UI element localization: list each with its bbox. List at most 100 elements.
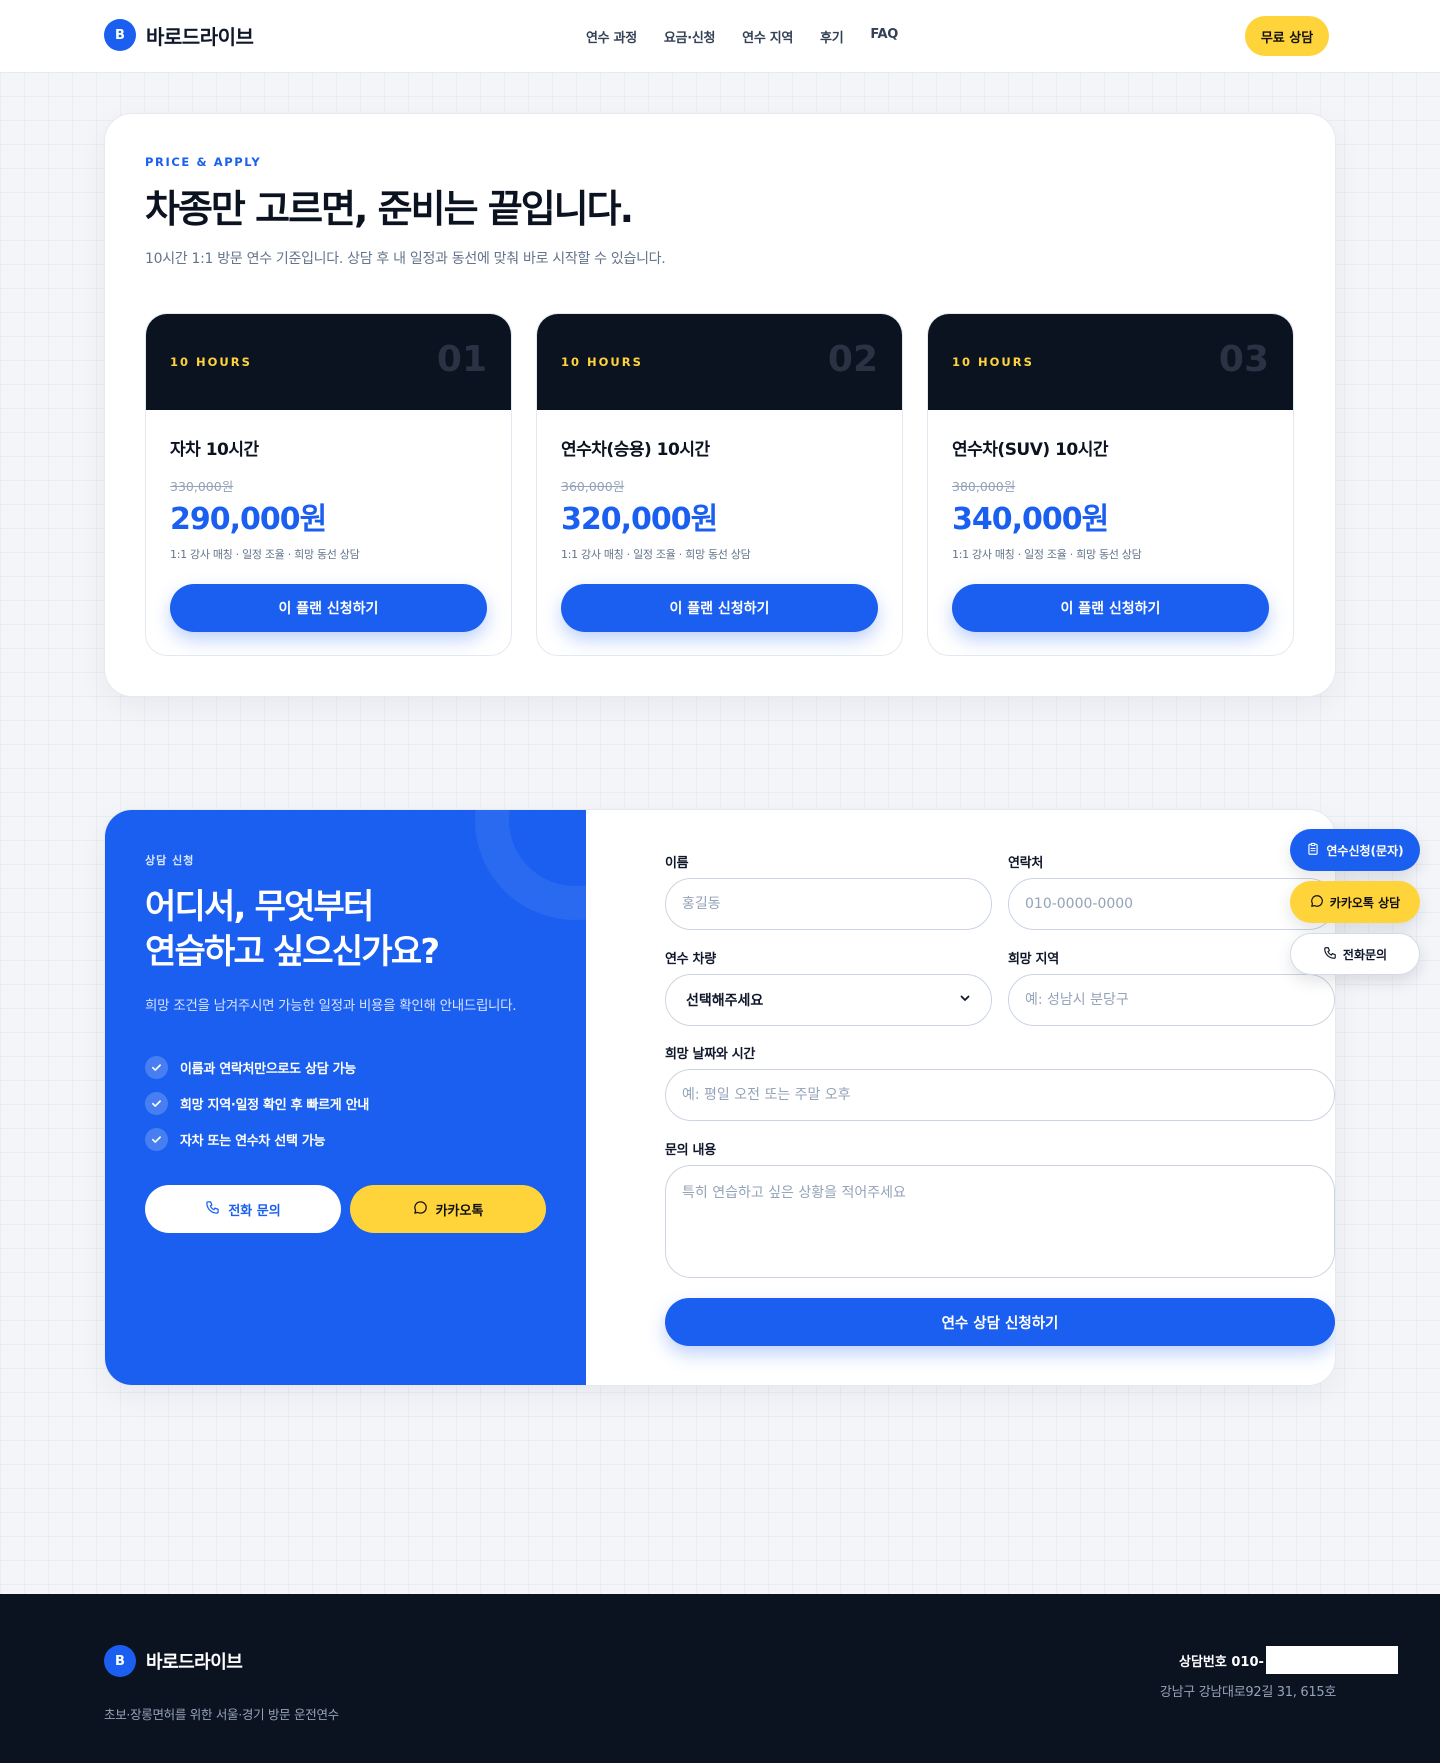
consult-section: 상담 신청 어디서, 무엇부터 연습하고 싶으신가요? 희망 조건을 남겨주시면… [104,809,1336,1386]
plan-price: 340,000원 [952,502,1109,537]
pricing-title: 차종만 고르면, 준비는 끝입니다. [145,187,634,231]
fab-call-button[interactable]: 전화문의 [1290,933,1420,975]
list-item: 자차 또는 연수차 선택 가능 [145,1121,369,1157]
plan-old-price: 360,000원 [561,479,625,494]
pricing-subtitle: 10시간 1:1 방문 연수 기준입니다. 상담 후 내 일정과 동선에 맞춰 … [145,251,666,267]
brand-logo[interactable]: B 바로드라이브 [104,19,254,51]
plan-description: 1:1 강사 매칭 · 일정 조율 · 희망 동선 상담 [952,548,1142,561]
chat-bubble-icon [413,1200,428,1219]
chat-bubble-icon [1310,894,1324,911]
benefit-text: 이름과 연락처만으로도 상담 가능 [180,1061,356,1077]
logo-mark: B [104,1645,136,1677]
fab-sms-label: 연수신청(문자) [1326,843,1404,858]
plan-apply-button[interactable]: 이 플랜 신청하기 [561,584,878,632]
list-item: 희망 지역·일정 확인 후 빠르게 안내 [145,1085,369,1121]
kakao-button[interactable]: 카카오톡 [350,1185,546,1233]
plan-number: 03 [1218,339,1269,380]
main-nav: 연수 과정 요금·신청 연수 지역 후기 FAQ [586,27,898,46]
plan-old-price: 380,000원 [952,479,1016,494]
car-select-value: 선택해주세요 [686,993,764,1009]
nav-item-reviews[interactable]: 후기 [820,27,844,46]
plan-description: 1:1 강사 매칭 · 일정 조율 · 희망 동선 상담 [561,548,751,561]
fab-kakao-button[interactable]: 카카오톡 상담 [1290,881,1420,923]
plan-old-price: 330,000원 [170,479,234,494]
plan-card-suv: 10 HOURS 03 연수차(SUV) 10시간 380,000원 340,0… [927,313,1294,656]
plan-header: 10 HOURS 02 [537,314,902,410]
kakao-label: 카카오톡 [435,1203,484,1219]
benefit-text: 자차 또는 연수차 선택 가능 [180,1133,326,1149]
submit-consult-button[interactable]: 연수 상담 신청하기 [665,1298,1335,1346]
area-input[interactable] [1008,974,1335,1026]
fab-sms-apply-button[interactable]: 연수신청(문자) [1290,829,1420,871]
plan-hours: 10 HOURS [561,355,643,369]
plan-header: 10 HOURS 03 [928,314,1293,410]
plan-hours: 10 HOURS [952,355,1034,369]
footer-contact: 상담번호 010- [1179,1646,1398,1674]
name-input[interactable] [665,878,992,930]
consult-form: 이름 연락처 연수 차량 선택해주세요 희망 지역 희망 날짜와 시간 문의 내… [625,810,1335,1385]
decorative-ring [475,810,586,920]
plan-price: 320,000원 [561,502,718,537]
clipboard-icon [1306,842,1320,859]
phone-icon [205,1200,220,1219]
benefit-text: 희망 지역·일정 확인 후 빠르게 안내 [180,1097,370,1113]
datetime-label: 희망 날짜와 시간 [665,1047,756,1062]
consult-eyebrow: 상담 신청 [145,854,195,867]
fab-kakao-label: 카카오톡 상담 [1329,895,1401,910]
brand-name: 바로드라이브 [146,24,254,49]
nav-item-courses[interactable]: 연수 과정 [586,27,637,46]
pricing-section: PRICE & APPLY 차종만 고르면, 준비는 끝입니다. 10시간 1:… [104,113,1336,697]
plan-price: 290,000원 [170,502,327,537]
plan-card-sedan: 10 HOURS 02 연수차(승용) 10시간 360,000원 320,00… [536,313,903,656]
plan-description: 1:1 강사 매칭 · 일정 조율 · 희망 동선 상담 [170,548,360,561]
plan-card-own-car: 10 HOURS 01 자차 10시간 330,000원 290,000원 1:… [145,313,512,656]
plan-list: 10 HOURS 01 자차 10시간 330,000원 290,000원 1:… [145,313,1294,656]
nav-item-pricing[interactable]: 요금·신청 [664,27,716,46]
redacted-block [1265,1646,1398,1674]
contact-label: 연락처 [1008,856,1043,871]
car-select[interactable]: 선택해주세요 [665,974,992,1026]
consult-title-line-1: 어디서, 무엇부터 [145,887,374,927]
check-icon [145,1091,168,1115]
message-textarea[interactable] [665,1165,1335,1278]
plan-name: 연수차(승용) 10시간 [561,440,710,460]
footer-tagline: 초보·장롱면허를 위한 서울·경기 방문 운전연수 [104,1707,339,1722]
message-label: 문의 내용 [665,1143,716,1158]
consult-title: 어디서, 무엇부터 연습하고 싶으신가요? [145,885,440,975]
site-header: B 바로드라이브 연수 과정 요금·신청 연수 지역 후기 FAQ 무료 상담 [0,0,1440,73]
list-item: 이름과 연락처만으로도 상담 가능 [145,1049,369,1085]
check-icon [145,1127,168,1151]
plan-number: 02 [827,339,878,380]
logo-mark: B [104,19,136,51]
consult-title-line-2: 연습하고 싶으신가요? [145,932,440,972]
plan-header: 10 HOURS 01 [146,314,511,410]
plan-hours: 10 HOURS [170,355,252,369]
footer-address: 강남구 강남대로92길 31, 615호 [1159,1685,1336,1700]
fab-call-label: 전화문의 [1342,947,1388,962]
area-label: 희망 지역 [1008,952,1059,967]
free-consult-button[interactable]: 무료 상담 [1245,16,1329,56]
nav-item-areas[interactable]: 연수 지역 [742,27,793,46]
consult-subtitle: 희망 조건을 남겨주시면 가능한 일정과 비용을 확인해 안내드립니다. [145,998,517,1014]
phone-icon [1323,946,1337,963]
car-label: 연수 차량 [665,952,716,967]
contact-number[interactable]: 상담번호 010- [1179,1651,1264,1670]
chevron-down-icon [959,992,971,1008]
plan-number: 01 [436,339,487,380]
plan-apply-button[interactable]: 이 플랜 신청하기 [952,584,1269,632]
pricing-eyebrow: PRICE & APPLY [145,155,262,169]
footer-logo[interactable]: B 바로드라이브 [104,1645,243,1677]
consult-intro-panel: 상담 신청 어디서, 무엇부터 연습하고 싶으신가요? 희망 조건을 남겨주시면… [105,810,586,1385]
phone-inquiry-button[interactable]: 전화 문의 [145,1185,341,1233]
phone-inquiry-label: 전화 문의 [228,1203,281,1219]
benefit-list: 이름과 연락처만으로도 상담 가능 희망 지역·일정 확인 후 빠르게 안내 자… [145,1049,369,1157]
site-footer: B 바로드라이브 초보·장롱면허를 위한 서울·경기 방문 운전연수 상담번호 … [0,1594,1440,1763]
contact-input[interactable] [1008,878,1335,930]
datetime-input[interactable] [665,1069,1335,1121]
plan-name: 자차 10시간 [170,440,259,460]
name-label: 이름 [665,856,689,871]
nav-item-faq[interactable]: FAQ [870,27,898,46]
brand-name: 바로드라이브 [146,1652,243,1673]
plan-apply-button[interactable]: 이 플랜 신청하기 [170,584,487,632]
plan-name: 연수차(SUV) 10시간 [952,440,1109,460]
